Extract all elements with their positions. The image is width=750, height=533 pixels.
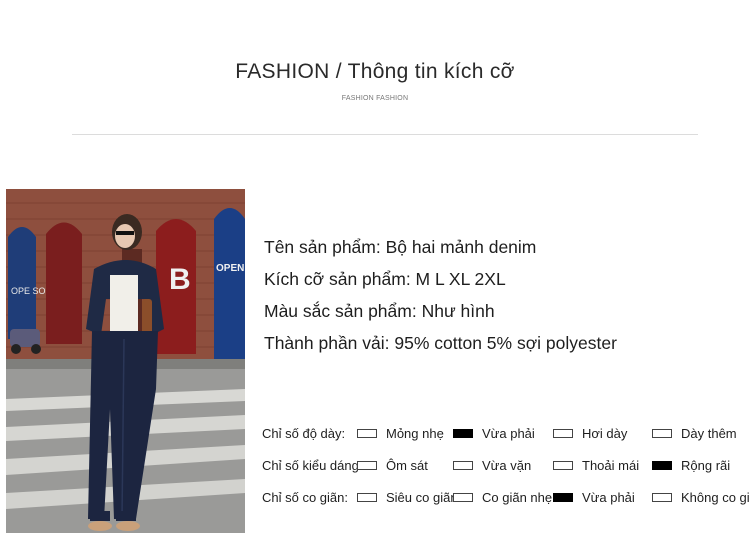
fit-label: Chỉ số kiểu dáng: <box>262 458 363 473</box>
product-info: Tên sản phẩm: Bộ hai mảnh denim Kích cỡ … <box>264 236 617 364</box>
checkbox <box>553 461 573 470</box>
product-photo: OPE SO B OPEN SOO <box>6 189 245 533</box>
sign-right-text: OPEN SOO <box>216 263 245 274</box>
product-color: Màu sắc sản phẩm: Như hình <box>264 301 495 321</box>
thickness-label: Chỉ số độ dày: <box>262 426 346 441</box>
product-sizes: Kích cỡ sản phẩm: M L XL 2XL <box>264 269 506 289</box>
stretch-row: Chỉ số co giãn: Siêu co giãn Co giãn nhẹ… <box>262 490 750 505</box>
checkbox <box>553 429 573 438</box>
checkbox <box>357 461 377 470</box>
checkbox <box>652 493 672 502</box>
checkbox <box>357 429 377 438</box>
sign-b-text: B <box>169 263 191 296</box>
checkbox <box>652 429 672 438</box>
header-divider <box>72 134 698 135</box>
thickness-row: Chỉ số độ dày: Mỏng nhẹ Vừa phải Hơi dày… <box>262 426 737 441</box>
checkbox <box>453 493 473 502</box>
checkbox <box>453 461 473 470</box>
page-title: FASHION / Thông tin kích cỡ <box>235 60 515 83</box>
stretch-label: Chỉ số co giãn: <box>262 490 348 505</box>
product-name: Tên sản phẩm: Bộ hai mảnh denim <box>264 237 537 257</box>
page-subtitle: FASHION FASHION <box>341 95 409 102</box>
sign-left-text: OPE SO <box>11 286 46 296</box>
checkbox-checked <box>652 461 672 470</box>
fit-row: Chỉ số kiểu dáng: Ôm sát Vừa vặn Thoải m… <box>262 458 731 473</box>
checkbox-checked <box>453 429 473 438</box>
checkbox <box>357 493 377 502</box>
product-fabric: Thành phần vải: 95% cotton 5% sợi polyes… <box>264 333 617 353</box>
checkbox-checked <box>553 493 573 502</box>
